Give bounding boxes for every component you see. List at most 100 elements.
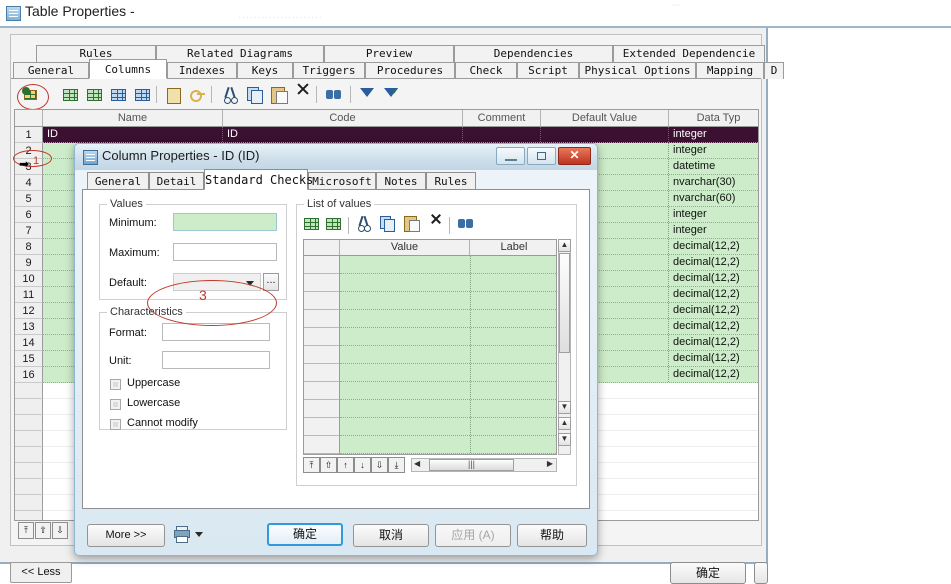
unit-input[interactable] (162, 351, 270, 369)
grid-cell-datatype[interactable]: decimal(12,2) (669, 303, 758, 318)
lov-scroll-down-button[interactable]: ▼ (558, 401, 571, 414)
more-button[interactable]: More >> (87, 524, 165, 547)
lov-row[interactable] (340, 382, 556, 400)
grid-row-number[interactable]: 16 (15, 367, 43, 383)
grid-nav-down-button[interactable]: ⇩ (52, 522, 68, 539)
grid-row-number[interactable]: 8 (15, 239, 43, 255)
close-icon[interactable]: ✕ (558, 147, 591, 165)
lov-hscroll-left-arrow[interactable]: ◀ (414, 459, 420, 468)
table-row[interactable]: ID ID integer (43, 127, 758, 143)
paste-icon[interactable] (269, 85, 289, 105)
lov-row-number[interactable] (304, 310, 340, 328)
lov-hscroll-thumb[interactable]: ||| (429, 459, 514, 471)
grid-cell-code[interactable]: ID (223, 127, 463, 142)
lov-row-number[interactable] (304, 292, 340, 310)
lov-add-row-icon[interactable] (325, 215, 345, 233)
filter-edit-icon[interactable] (358, 85, 378, 105)
tab-indexes[interactable]: Indexes (167, 62, 237, 79)
grid-cell-datatype[interactable]: decimal(12,2) (669, 319, 758, 334)
tab-check[interactable]: Check (455, 62, 517, 79)
notes-icon[interactable] (163, 85, 183, 105)
tab-extended-dependencies[interactable]: Extended Dependencie (613, 45, 765, 62)
grid-row-number[interactable]: 5 (15, 191, 43, 207)
grid-cell-comment[interactable] (463, 127, 541, 142)
lov-nav-prev-page-button[interactable]: ⇧ (320, 457, 337, 473)
dialog-ok-button[interactable]: 确定 (267, 523, 343, 546)
grid-cell-datatype[interactable]: nvarchar(60) (669, 191, 758, 206)
tab-triggers[interactable]: Triggers (293, 62, 365, 79)
lov-row-number[interactable] (304, 400, 340, 418)
default-ellipsis-button[interactable]: ... (263, 273, 279, 291)
dialog-tab-detail[interactable]: Detail (149, 172, 204, 190)
lov-row-number[interactable] (304, 328, 340, 346)
grid-row-number[interactable]: 12 (15, 303, 43, 319)
outer-ok-button[interactable]: 确定 (670, 562, 746, 584)
grid-cell-datatype[interactable]: decimal(12,2) (669, 255, 758, 270)
lov-row-number[interactable] (304, 256, 340, 274)
grid-header-code[interactable]: Code (223, 110, 463, 126)
grid-nav-top-button[interactable]: ⤒ (18, 522, 34, 539)
tab-general[interactable]: General (13, 62, 89, 79)
maximize-icon[interactable] (527, 147, 556, 165)
lov-nav-first-button[interactable]: ⤒ (303, 457, 320, 473)
key-icon[interactable] (187, 85, 207, 105)
lov-vertical-scrollbar[interactable]: ▲ ▼ ▲ ▼ (558, 239, 571, 455)
grid-row-number-empty[interactable] (15, 511, 43, 520)
tab-dependencies[interactable]: Dependencies (454, 45, 613, 62)
grid-row-number-empty[interactable] (15, 415, 43, 431)
replace-table-icon[interactable] (133, 85, 153, 105)
lov-row[interactable] (340, 364, 556, 382)
grid-row-number-empty[interactable] (15, 431, 43, 447)
lov-nav-last-button[interactable]: ⤓ (388, 457, 405, 473)
grid-row-number[interactable]: 13 (15, 319, 43, 335)
lov-scroll-thumb[interactable] (559, 253, 570, 353)
grid-row-number[interactable]: 6 (15, 207, 43, 223)
lov-row-number[interactable] (304, 346, 340, 364)
dialog-help-button[interactable]: 帮助 (517, 524, 587, 547)
grid-header-default-value[interactable]: Default Value (541, 110, 669, 126)
grid-row-number-empty[interactable] (15, 399, 43, 415)
copy-icon[interactable] (245, 85, 265, 105)
dialog-tab-standard-checks[interactable]: Standard Checks (204, 169, 313, 190)
grid-cell-datatype[interactable]: decimal(12,2) (669, 351, 758, 366)
tab-mapping[interactable]: Mapping (696, 62, 764, 79)
add-table-icon[interactable] (109, 85, 129, 105)
grid-row-number[interactable]: 4 (15, 175, 43, 191)
grid-cell-datatype[interactable]: integer (669, 127, 758, 142)
grid-row-number[interactable]: 1 (15, 127, 43, 143)
lov-insert-row-icon[interactable] (303, 215, 323, 233)
lov-header-label[interactable]: Label (470, 240, 556, 255)
minimize-icon[interactable] (496, 147, 525, 165)
grid-row-number[interactable]: 10 (15, 271, 43, 287)
grid-cell-datatype[interactable]: integer (669, 207, 758, 222)
lov-cut-icon[interactable] (355, 215, 375, 233)
maximum-input[interactable] (173, 243, 277, 261)
lov-row[interactable] (340, 310, 556, 328)
lov-row-number[interactable] (304, 436, 340, 454)
grid-cell-datatype[interactable]: integer (669, 223, 758, 238)
lov-row[interactable] (340, 346, 556, 364)
grid-row-number-empty[interactable] (15, 383, 43, 399)
grid-cell-datatype[interactable]: decimal(12,2) (669, 335, 758, 350)
grid-row-number[interactable]: 15 (15, 351, 43, 367)
grid-cell-datatype[interactable]: decimal(12,2) (669, 239, 758, 254)
lov-copy-icon[interactable] (379, 215, 399, 233)
lov-row[interactable] (340, 256, 556, 274)
lov-scroll-page-down-button[interactable]: ▼ (558, 433, 571, 446)
minimum-input[interactable] (173, 213, 277, 231)
tab-physical-options[interactable]: Physical Options (579, 62, 696, 79)
lowercase-checkbox[interactable] (110, 399, 121, 410)
grid-row-number-empty[interactable] (15, 463, 43, 479)
lov-scroll-up-button[interactable]: ▲ (558, 239, 571, 252)
lov-header-value[interactable]: Value (340, 240, 470, 255)
tab-related-diagrams[interactable]: Related Diagrams (156, 45, 324, 62)
lov-scroll-page-up-button[interactable]: ▲ (558, 417, 571, 430)
lov-delete-icon[interactable] (427, 214, 447, 233)
tab-script[interactable]: Script (517, 62, 579, 79)
grid-cell-default[interactable] (541, 127, 669, 142)
grid-header-data-type[interactable]: Data Typ (669, 110, 758, 126)
filter-apply-icon[interactable]: ✓ (382, 85, 402, 105)
lov-nav-next-button[interactable]: ↓ (354, 457, 371, 473)
cannot-modify-label[interactable]: Cannot modify (127, 417, 198, 429)
lov-row[interactable] (340, 274, 556, 292)
